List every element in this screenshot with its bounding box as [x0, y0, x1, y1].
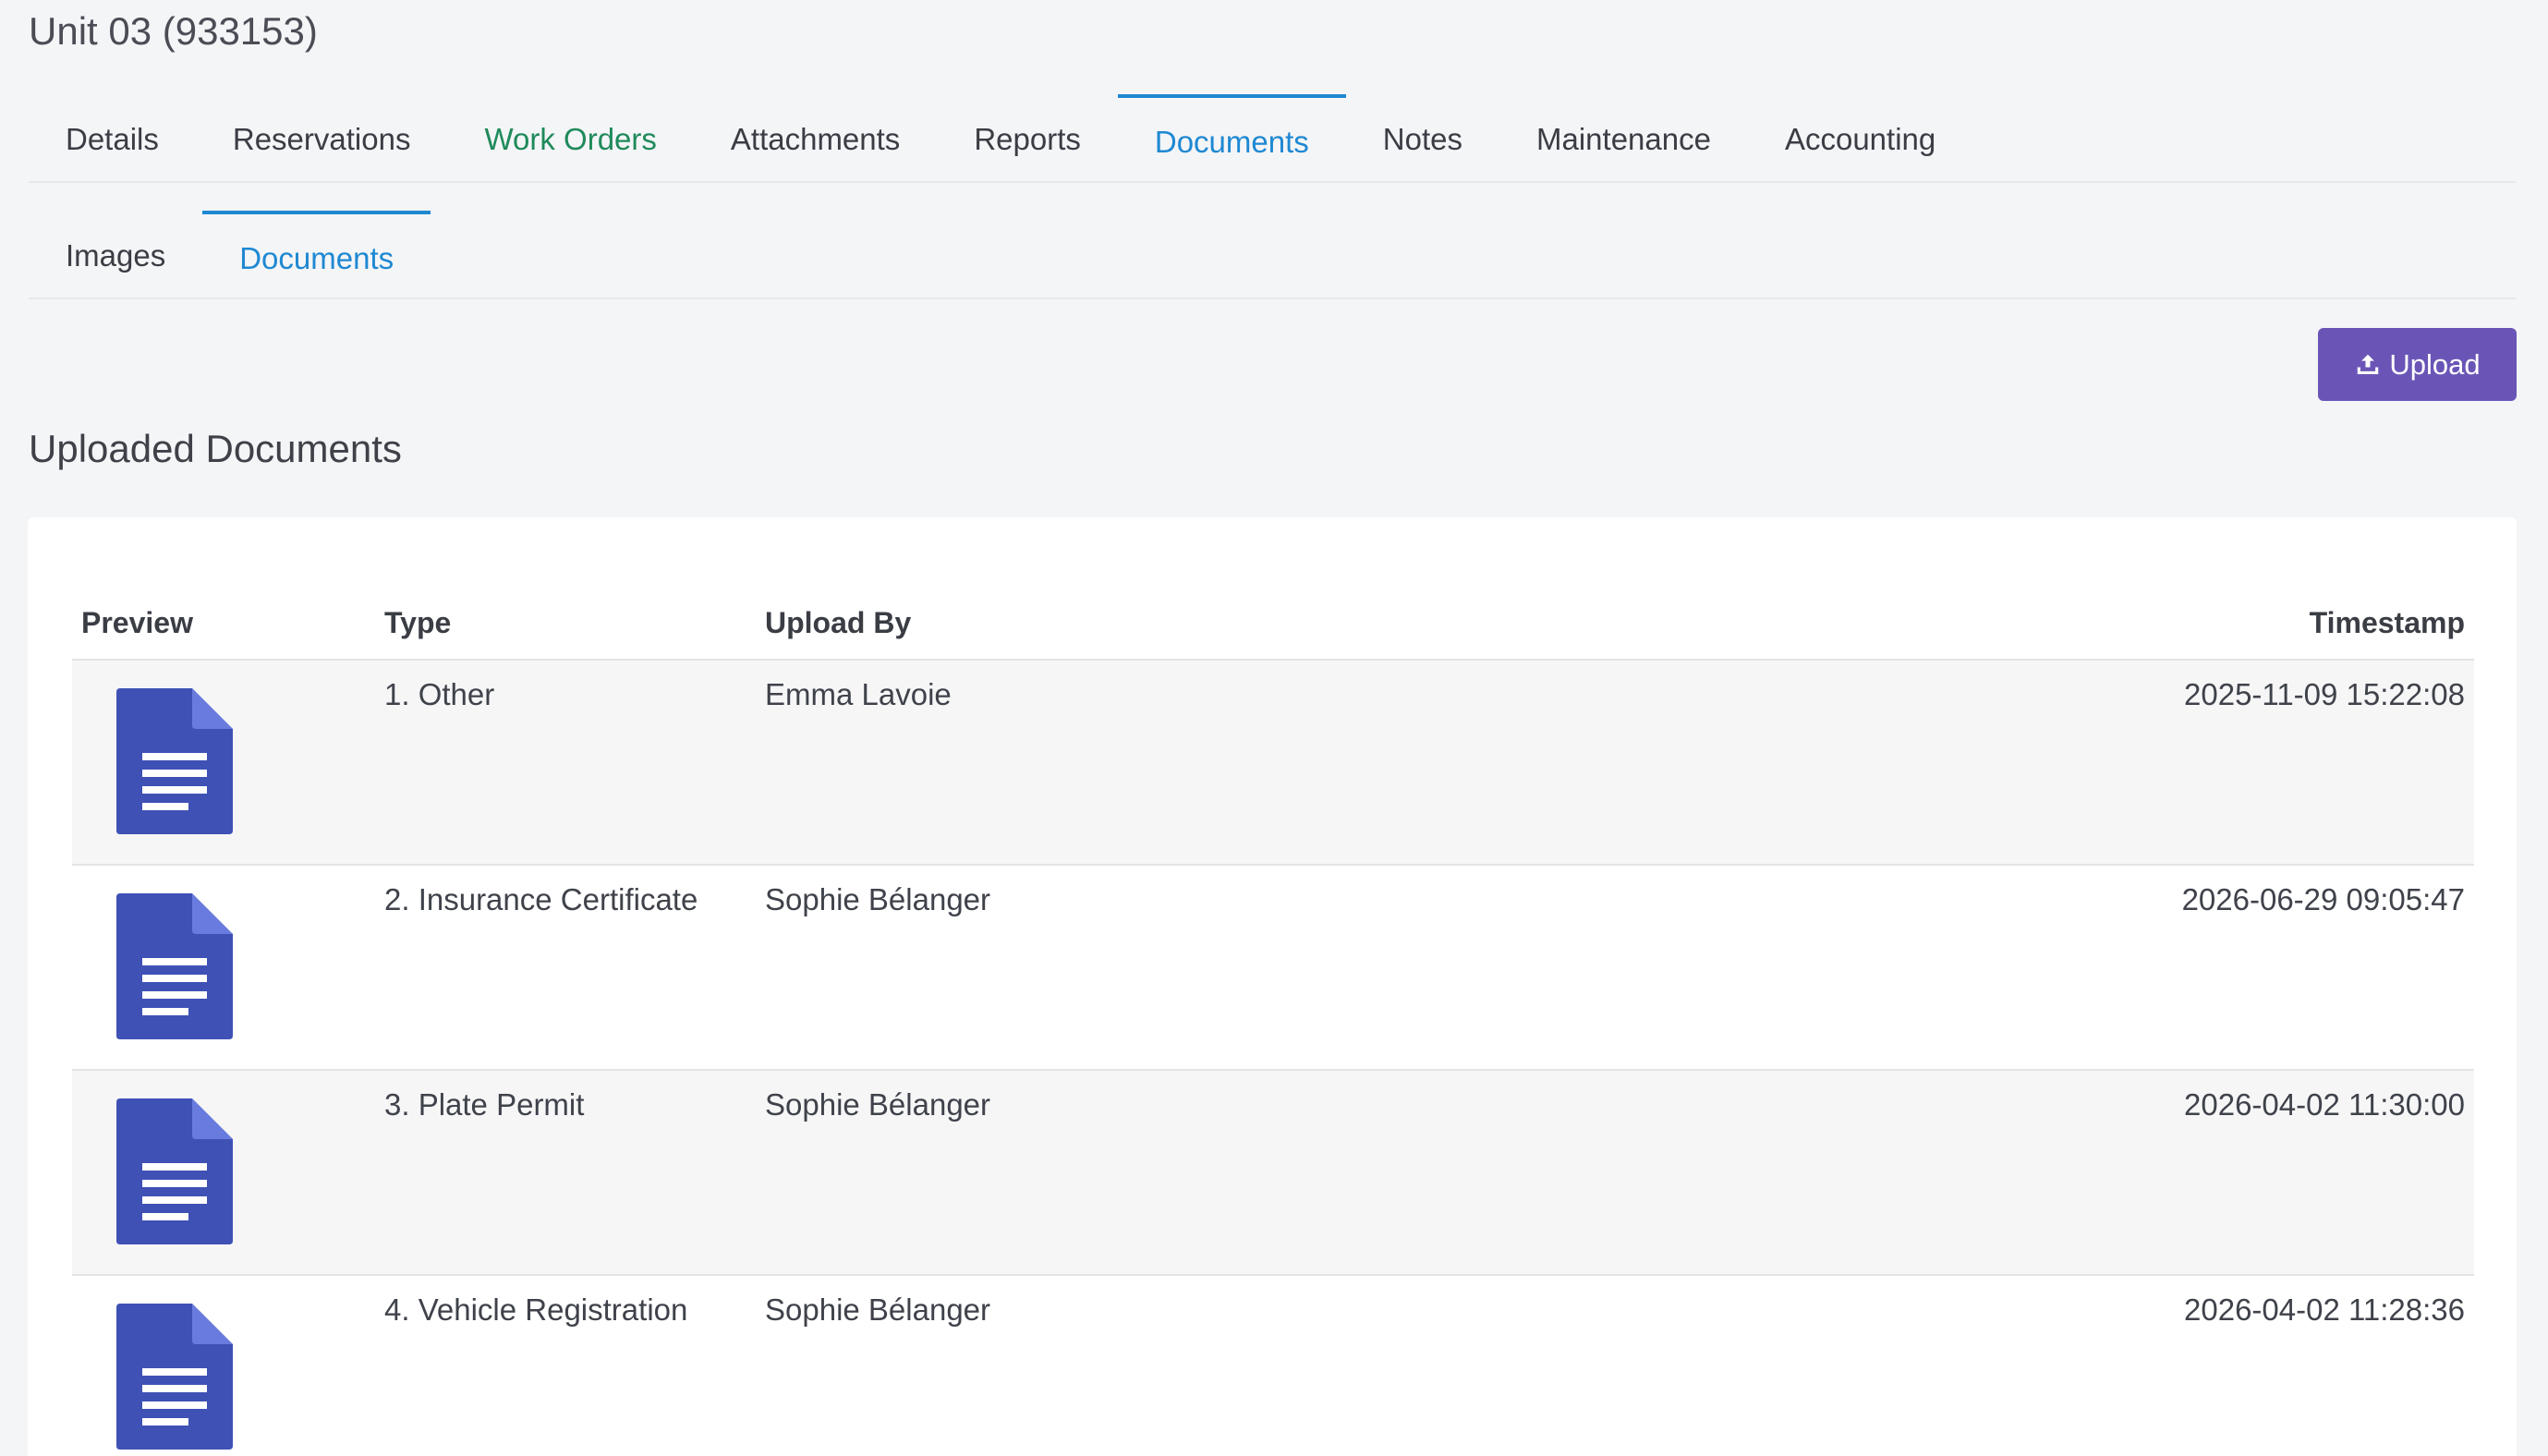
preview-cell[interactable]: [72, 1070, 375, 1276]
upload-by-cell: Sophie Bélanger: [756, 1275, 2142, 1456]
documents-card: Preview Type Upload By Timestamp 1. Othe…: [28, 517, 2517, 1456]
upload-by-cell: Emma Lavoie: [756, 660, 2142, 866]
table-header-row: Preview Type Upload By Timestamp: [72, 588, 2474, 661]
type-cell: 1. Other: [375, 660, 756, 866]
tab-accounting[interactable]: Accounting: [1748, 94, 1972, 181]
timestamp-cell: 2025-11-09 15:22:08: [2142, 660, 2474, 866]
table-row: 4. Vehicle Registration Sophie Bélanger …: [72, 1275, 2474, 1456]
document-icon[interactable]: [116, 688, 233, 834]
section-title: Uploaded Documents: [29, 427, 402, 470]
column-header-type: Type: [375, 588, 756, 661]
table-row: 1. Other Emma Lavoie 2025-11-09 15:22:08: [72, 660, 2474, 866]
table-row: 3. Plate Permit Sophie Bélanger 2026-04-…: [72, 1070, 2474, 1276]
documents-table: Preview Type Upload By Timestamp 1. Othe…: [72, 588, 2474, 1456]
upload-icon: [2358, 354, 2379, 374]
type-cell: 3. Plate Permit: [375, 1070, 756, 1276]
preview-cell[interactable]: [72, 865, 375, 1071]
document-icon[interactable]: [116, 1098, 233, 1244]
primary-tab-bar: Details Reservations Work Orders Attachm…: [29, 94, 2516, 183]
type-cell: 2. Insurance Certificate: [375, 865, 756, 1071]
secondary-tab-bar: Images Documents: [29, 211, 2516, 299]
tab-notes[interactable]: Notes: [1346, 94, 1499, 181]
tab-details[interactable]: Details: [29, 94, 196, 181]
column-header-timestamp[interactable]: Timestamp: [2142, 588, 2474, 661]
upload-button[interactable]: Upload: [2318, 328, 2517, 401]
tab-maintenance[interactable]: Maintenance: [1499, 94, 1748, 181]
upload-button-label: Upload: [2389, 347, 2481, 381]
upload-by-cell: Sophie Bélanger: [756, 1070, 2142, 1276]
column-header-upload-by: Upload By: [756, 588, 2142, 661]
preview-cell[interactable]: [72, 1275, 375, 1456]
type-cell: 4. Vehicle Registration: [375, 1275, 756, 1456]
timestamp-cell: 2026-04-02 11:30:00: [2142, 1070, 2474, 1276]
upload-by-cell: Sophie Bélanger: [756, 865, 2142, 1071]
column-header-preview: Preview: [72, 588, 375, 661]
timestamp-cell: 2026-04-02 11:28:36: [2142, 1275, 2474, 1456]
tab-attachments[interactable]: Attachments: [694, 94, 937, 181]
tab-work-orders[interactable]: Work Orders: [447, 94, 693, 181]
tab-reservations[interactable]: Reservations: [196, 94, 448, 181]
page: Unit 03 (933153) Details Reservations Wo…: [0, 0, 2548, 1456]
document-icon[interactable]: [116, 1304, 233, 1450]
subtab-images[interactable]: Images: [29, 211, 202, 297]
document-icon[interactable]: [116, 893, 233, 1039]
tab-reports[interactable]: Reports: [937, 94, 1118, 181]
subtab-documents[interactable]: Documents: [202, 211, 431, 297]
tab-documents[interactable]: Documents: [1117, 94, 1346, 181]
timestamp-cell: 2026-06-29 09:05:47: [2142, 865, 2474, 1071]
preview-cell[interactable]: [72, 660, 375, 866]
page-title: Unit 03 (933153): [29, 9, 318, 53]
table-row: 2. Insurance Certificate Sophie Bélanger…: [72, 865, 2474, 1071]
